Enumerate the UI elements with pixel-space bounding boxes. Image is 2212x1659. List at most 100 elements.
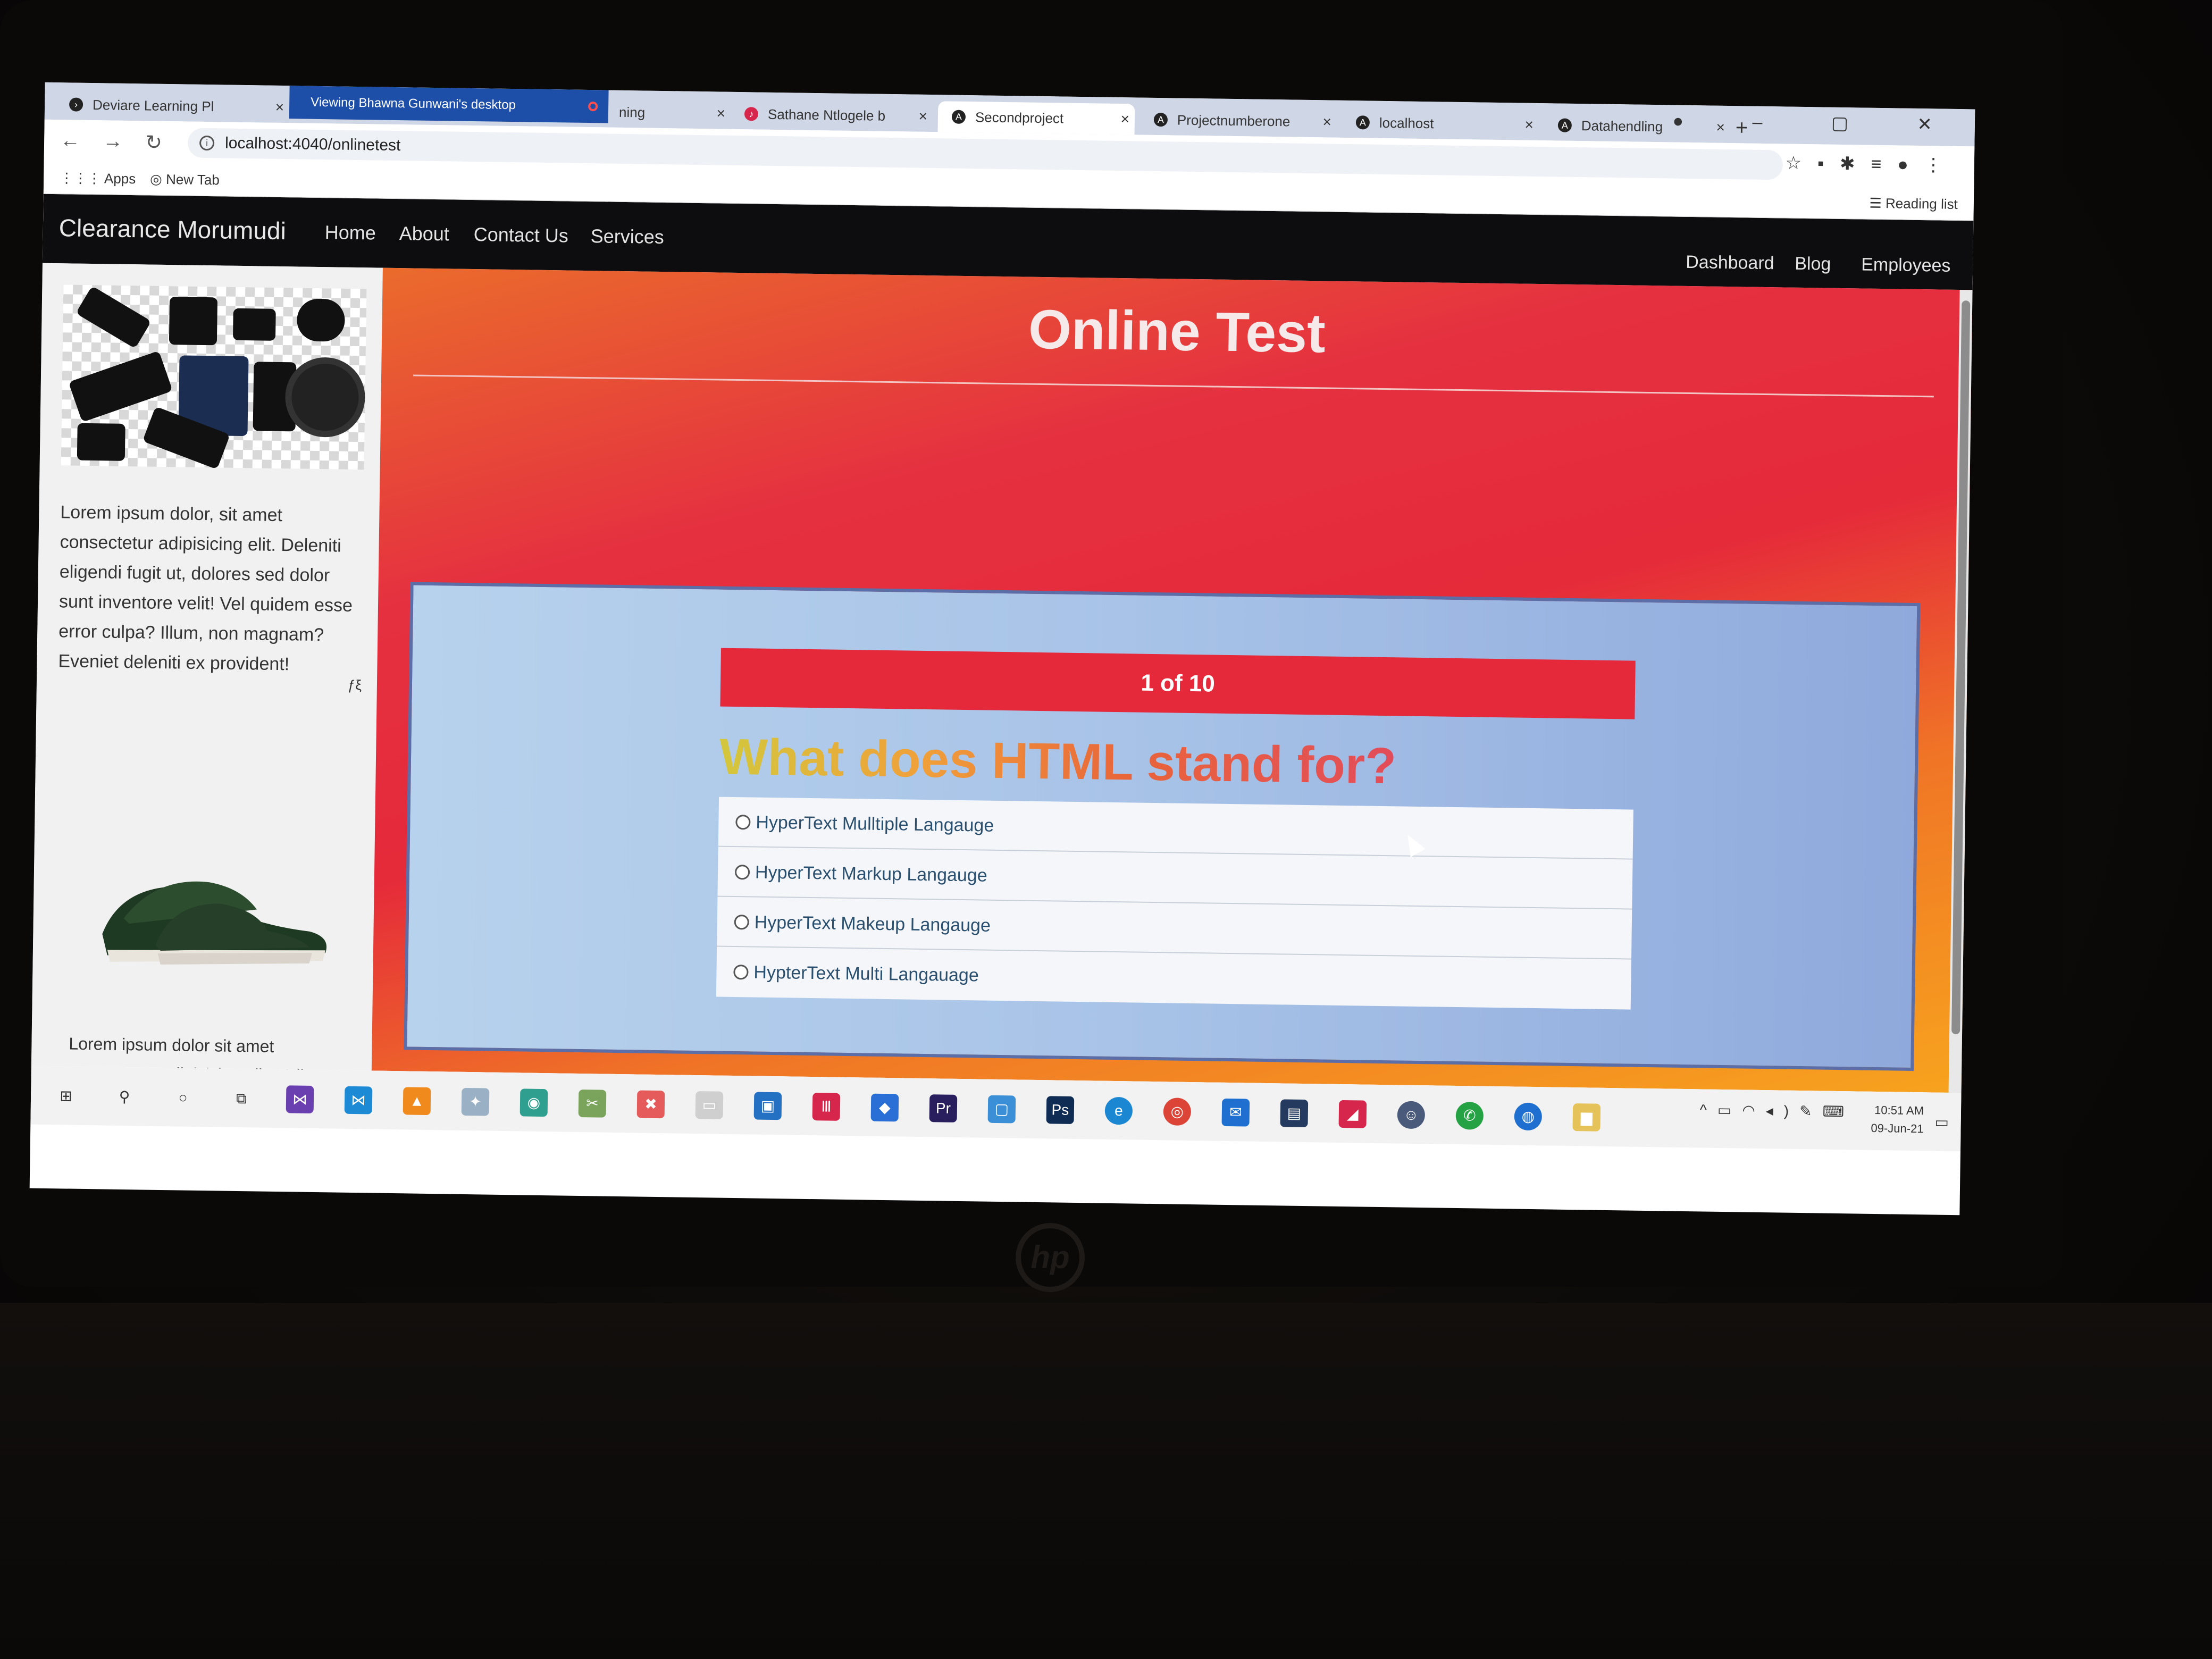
sidebar: Lorem ipsum dolor, sit amet consectetur …: [31, 263, 383, 1093]
share-banner-text: Viewing Bhawna Gunwani's desktop: [311, 95, 516, 113]
hp-logo-icon: hp: [1016, 1223, 1085, 1292]
reload-icon[interactable]: ↻: [145, 130, 162, 154]
caption-icon: ƒξ: [347, 676, 362, 693]
sneaker-image: [102, 881, 327, 965]
main-content: Online Test 1 of 10 What does HTML stand…: [371, 267, 1973, 1093]
task-view-icon[interactable]: ⧉: [228, 1085, 256, 1113]
apps-bookmark[interactable]: ⋮⋮⋮ Apps: [60, 161, 136, 195]
title-divider: [413, 374, 1934, 398]
browser-tab[interactable]: ning ×: [608, 97, 731, 129]
premiere-icon[interactable]: Pr: [929, 1094, 958, 1122]
user-app-icon[interactable]: ☺: [1397, 1101, 1426, 1129]
back-icon[interactable]: ←: [60, 129, 81, 153]
search-icon[interactable]: ⚲: [111, 1083, 139, 1111]
reading-list-button[interactable]: ☰ Reading list: [1869, 187, 1958, 221]
close-tab-icon[interactable]: ×: [918, 101, 927, 132]
answer-options: HyperText Mulltiple Langauge HyperText M…: [716, 797, 1633, 1010]
chrome-icon[interactable]: ◎: [1163, 1097, 1192, 1126]
photoshop-icon[interactable]: Ps: [1046, 1096, 1075, 1124]
nav-blog[interactable]: Blog: [1795, 254, 1831, 275]
tab-label: localhost: [1379, 114, 1434, 132]
option-label: HyperText Markup Langauge: [755, 862, 987, 886]
cortana-icon[interactable]: ○: [169, 1084, 197, 1112]
browser-toolbar-icons[interactable]: ☆▪✱≡●⋮: [1785, 152, 1958, 176]
question-counter: 1 of 10: [1141, 669, 1216, 697]
tab-label: Datahendling: [1581, 118, 1663, 135]
chat-app-icon[interactable]: ◍: [1514, 1102, 1543, 1131]
vscode-icon[interactable]: ⋈: [344, 1086, 373, 1115]
screen-share-banner: Viewing Bhawna Gunwani's desktop: [289, 86, 609, 123]
laptop-screen: › Deviare Learning Pl × Viewing Bhawna G…: [29, 82, 1975, 1216]
new-tab-label: New Tab: [165, 171, 220, 188]
clock-time: 10:51 AM: [1874, 1103, 1924, 1118]
close-tab-icon[interactable]: ×: [716, 98, 725, 129]
taskbar-clock[interactable]: 10:51 AM 09-Jun-21: [1871, 1101, 1924, 1138]
quiz-card: 1 of 10 What does HTML stand for? HyperT…: [404, 582, 1921, 1071]
windows-start-icon[interactable]: ⊞: [52, 1082, 80, 1110]
tab-label: Projectnumberone: [1177, 112, 1291, 130]
photo-backdrop: hp › Deviare Learning Pl × Viewing Bhawn…: [0, 0, 2212, 1659]
clock-date: 09-Jun-21: [1871, 1121, 1924, 1136]
mail-icon[interactable]: ✉: [1221, 1098, 1250, 1127]
close-tab-icon[interactable]: ×: [275, 92, 284, 123]
close-tab-icon[interactable]: ×: [1322, 106, 1331, 137]
file-icon[interactable]: ▭: [695, 1091, 724, 1119]
xampp-icon[interactable]: ✖: [636, 1090, 665, 1119]
nav-dashboard[interactable]: Dashboard: [1686, 252, 1774, 274]
option-label: HyperText Mulltiple Langauge: [756, 812, 994, 836]
angular-icon: A: [1355, 115, 1370, 130]
nav-home[interactable]: Home: [325, 221, 376, 244]
option-label: HypterText Multi Langauage: [753, 962, 979, 986]
nav-services[interactable]: Services: [590, 225, 664, 248]
angular-icon: A: [951, 110, 966, 124]
url-text: localhost:4040/onlinetest: [224, 134, 401, 155]
radio-button[interactable]: [734, 865, 750, 880]
edge-icon[interactable]: e: [1104, 1096, 1133, 1125]
laptop-keyboard-deck: [0, 1303, 2212, 1659]
browser-tab[interactable]: ♪ Sathane Ntlogele b ×: [731, 98, 933, 132]
system-tray[interactable]: ^▭◠◂)✎⌨: [1700, 1101, 1855, 1120]
reading-list-label: Reading list: [1885, 195, 1958, 213]
snip-tool-icon[interactable]: ✂: [578, 1089, 607, 1118]
forward-icon[interactable]: →: [103, 130, 123, 153]
site-info-icon[interactable]: i: [199, 135, 215, 151]
whatsapp-icon[interactable]: ✆: [1455, 1101, 1484, 1130]
angular-icon: A: [1557, 118, 1572, 132]
new-tab-bookmark[interactable]: ◎ New Tab: [150, 163, 220, 197]
store-icon[interactable]: ▣: [753, 1092, 782, 1120]
window-app-icon[interactable]: ▢: [987, 1095, 1016, 1124]
browser-tab[interactable]: A localhost ×: [1342, 107, 1539, 140]
tab-label: Deviare Learning Pl: [92, 97, 214, 115]
radio-button[interactable]: [733, 965, 749, 980]
page-title: Online Test: [1028, 298, 1326, 365]
virtualbox-icon[interactable]: ◆: [870, 1093, 899, 1122]
browser-tab[interactable]: › Deviare Learning Pl ×: [55, 89, 290, 123]
browser-tab[interactable]: A Projectnumberone ×: [1140, 104, 1337, 138]
globe-app-icon[interactable]: ◉: [520, 1088, 548, 1117]
window-controls[interactable]: ● – ▢ ✕: [1672, 111, 1964, 136]
browser-tab-active[interactable]: A Secondproject ×: [937, 101, 1135, 135]
app-icon[interactable]: ✦: [461, 1087, 490, 1116]
media-app-icon[interactable]: Ⅲ: [812, 1093, 841, 1121]
sidebar-paragraph: Lorem ipsum dolor, sit amet consectetur …: [58, 502, 353, 675]
visual-studio-icon[interactable]: ⋈: [286, 1085, 314, 1113]
music-icon: ♪: [744, 107, 759, 121]
apps-label: Apps: [104, 170, 136, 187]
site-brand[interactable]: Clearance Morumudi: [59, 213, 287, 245]
notification-icon[interactable]: ▭: [1928, 1108, 1956, 1136]
creative-cloud-icon[interactable]: ◢: [1338, 1100, 1367, 1128]
nav-employees[interactable]: Employees: [1861, 254, 1951, 276]
nav-contact-us[interactable]: Contact Us: [473, 223, 568, 247]
vlc-icon[interactable]: ▲: [403, 1087, 431, 1116]
tab-label: Sathane Ntlogele b: [767, 106, 886, 124]
close-tab-icon[interactable]: ×: [1524, 110, 1534, 140]
file-explorer-icon[interactable]: ▆: [1572, 1103, 1601, 1132]
radio-button[interactable]: [734, 915, 749, 930]
close-tab-icon[interactable]: ×: [1120, 104, 1129, 135]
briefcase-icon[interactable]: ▤: [1280, 1099, 1309, 1128]
option-label: HyperText Makeup Langauge: [754, 912, 991, 936]
nav-about[interactable]: About: [399, 222, 450, 245]
tab-label: Secondproject: [975, 109, 1064, 127]
radio-button[interactable]: [735, 815, 751, 830]
tab-label: ning: [618, 104, 646, 121]
